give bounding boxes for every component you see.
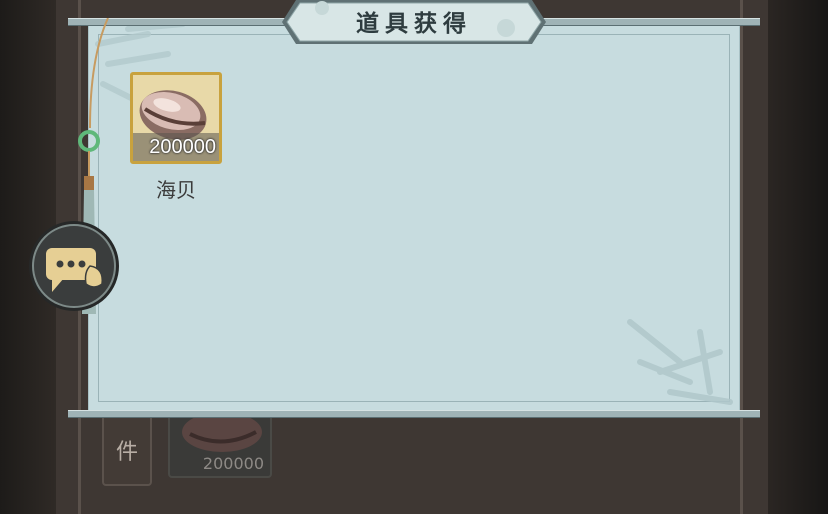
scroll-rod-bottom [68,410,760,418]
dialog-title: 道具获得 [356,10,472,37]
chat-bubble-icon [46,248,103,292]
reward-item-name: 海贝 [156,178,196,202]
reward-item-quantity: 200000 [149,136,216,158]
background-right-edge [768,0,828,514]
reward-item-slot[interactable]: 200000 [130,72,222,164]
background-item-quantity: 200000 [202,454,264,473]
background-category-tab: 件 [102,414,152,486]
title-plaque: 道具获得 [282,0,546,44]
background-item-slot: 200000 [168,414,272,478]
background-category-label: 件 [115,440,138,465]
chat-button[interactable] [32,224,116,308]
